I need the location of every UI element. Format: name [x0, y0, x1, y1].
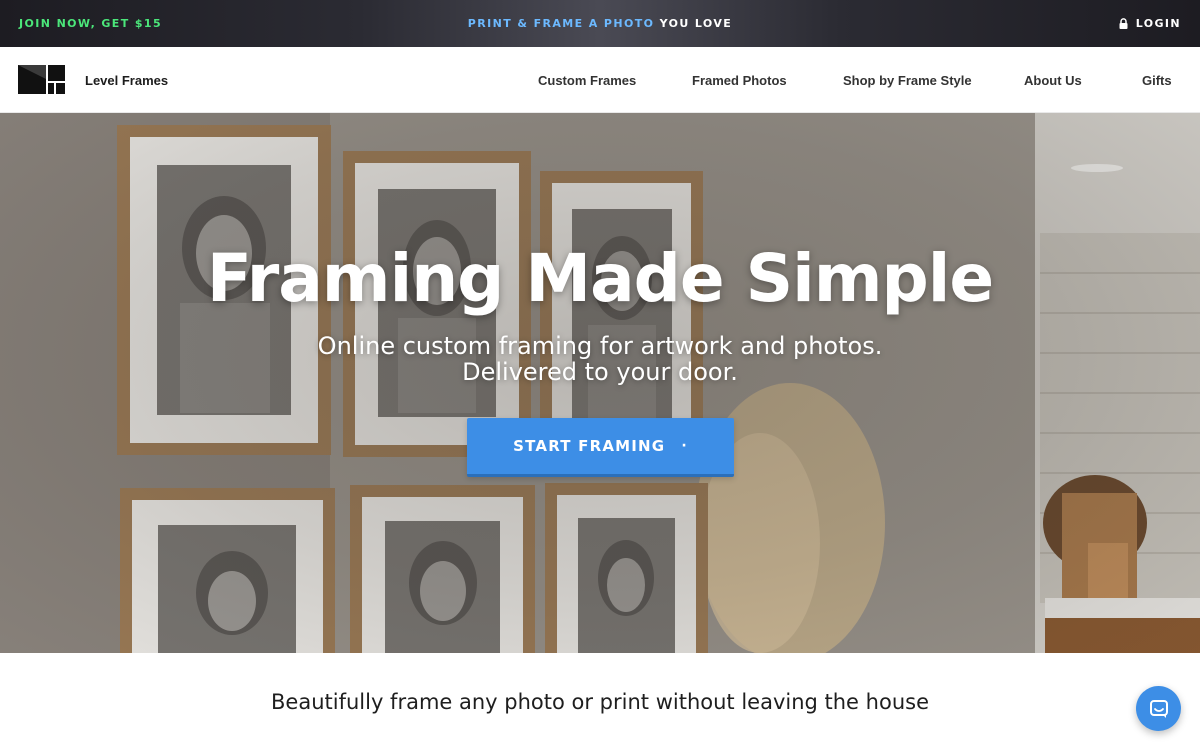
- hero-subtitle-line-1: Online custom framing for artwork and ph…: [317, 332, 883, 360]
- announcement-bar: JOIN NOW, GET $15 PRINT & FRAME A PHOTO …: [0, 0, 1200, 47]
- start-framing-label: START FRAMING: [513, 437, 666, 455]
- promo-message[interactable]: PRINT & FRAME A PHOTO YOU LOVE: [0, 17, 1200, 30]
- main-nav: Level Frames Custom Frames Framed Photos…: [0, 47, 1200, 113]
- arrow-dot-icon: ·: [681, 438, 688, 454]
- chat-button[interactable]: [1136, 686, 1181, 731]
- nav-custom-frames[interactable]: Custom Frames: [538, 73, 636, 88]
- login-label: LOGIN: [1135, 17, 1181, 30]
- hero-subtitle: Online custom framing for artwork and ph…: [0, 333, 1200, 385]
- nav-framed-photos[interactable]: Framed Photos: [692, 73, 787, 88]
- nav-shop-by-frame-style[interactable]: Shop by Frame Style: [843, 73, 972, 88]
- tagline: Beautifully frame any photo or print wit…: [271, 690, 929, 714]
- level-frames-logo-icon: [18, 65, 65, 94]
- site-logo[interactable]: [18, 65, 65, 94]
- start-framing-button[interactable]: START FRAMING ·: [467, 418, 734, 477]
- nav-gifts[interactable]: Gifts: [1142, 73, 1172, 88]
- lock-icon: [1119, 18, 1128, 29]
- login-link[interactable]: LOGIN: [1119, 17, 1181, 30]
- brand-name[interactable]: Level Frames: [85, 73, 168, 88]
- nav-about-us[interactable]: About Us: [1024, 73, 1082, 88]
- chat-bubble-icon: [1149, 699, 1168, 718]
- hero-title: Framing Made Simple: [206, 240, 994, 317]
- hero-section: Framing Made Simple Online custom framin…: [0, 113, 1200, 653]
- promo-rest: YOU LOVE: [659, 17, 733, 30]
- hero-subtitle-line-2: Delivered to your door.: [462, 358, 738, 386]
- promo-highlight: PRINT & FRAME A PHOTO: [467, 17, 655, 30]
